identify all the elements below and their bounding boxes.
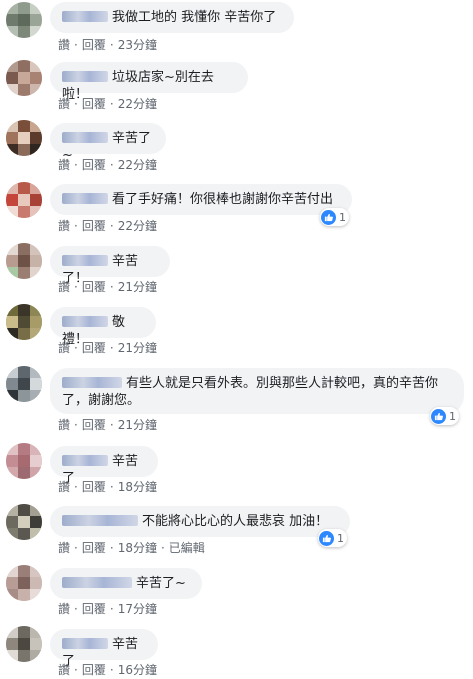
- comment-bubble: 有些人就是只看外表。別與那些人計較吧，真的辛苦你了，謝謝您。: [50, 368, 464, 414]
- comment-bubble: 辛苦了: [50, 446, 158, 486]
- commenter-name[interactable]: [62, 193, 108, 204]
- avatar[interactable]: [6, 443, 42, 479]
- reaction-count[interactable]: 1: [430, 407, 459, 425]
- commenter-name[interactable]: [62, 11, 108, 22]
- avatar[interactable]: [6, 504, 42, 540]
- comment-actions: 讚 · 回覆 · 21分鐘: [58, 278, 157, 295]
- comment-actions: 讚 · 回覆 · 17分鐘: [58, 600, 157, 617]
- avatar[interactable]: [6, 243, 42, 279]
- like-link[interactable]: 讚: [58, 661, 70, 678]
- commenter-name[interactable]: [62, 255, 108, 266]
- comment-time[interactable]: 21分鐘: [118, 416, 157, 433]
- comment-text: 我做工地的 我懂你 辛苦你了: [112, 10, 277, 25]
- comment-actions: 讚 · 回覆 · 23分鐘: [58, 36, 157, 53]
- reply-link[interactable]: 回覆: [82, 416, 106, 433]
- commenter-name[interactable]: [62, 71, 108, 82]
- reply-link[interactable]: 回覆: [82, 600, 106, 617]
- reply-link[interactable]: 回覆: [82, 339, 106, 356]
- like-icon: [431, 408, 446, 424]
- like-count: 1: [339, 210, 346, 224]
- reply-link[interactable]: 回覆: [82, 95, 106, 112]
- comment-time[interactable]: 23分鐘: [118, 36, 157, 53]
- comment-time[interactable]: 22分鐘: [118, 95, 157, 112]
- like-link[interactable]: 讚: [58, 539, 70, 556]
- reaction-count[interactable]: 1: [320, 208, 349, 226]
- reply-link[interactable]: 回覆: [82, 539, 106, 556]
- like-link[interactable]: 讚: [58, 339, 70, 356]
- avatar[interactable]: [6, 120, 42, 156]
- comment-bubble: 辛苦了！: [50, 246, 170, 286]
- reply-link[interactable]: 回覆: [82, 478, 106, 495]
- comment-text: 不能將心比心的人最悲哀 加油！: [142, 514, 329, 529]
- like-count: 1: [449, 409, 456, 423]
- comment-actions: 讚 · 回覆 · 18分鐘 · 已編輯: [58, 539, 205, 556]
- reply-link[interactable]: 回覆: [82, 217, 106, 234]
- like-link[interactable]: 讚: [58, 156, 70, 173]
- comment-actions: 讚 · 回覆 · 22分鐘: [58, 217, 157, 234]
- reply-link[interactable]: 回覆: [82, 278, 106, 295]
- comment-time[interactable]: 18分鐘: [118, 539, 157, 556]
- comment-time[interactable]: 18分鐘: [118, 478, 157, 495]
- like-link[interactable]: 讚: [58, 600, 70, 617]
- comment-time[interactable]: 22分鐘: [118, 217, 157, 234]
- comment-bubble: 辛苦了~: [50, 123, 166, 163]
- comment-actions: 讚 · 回覆 · 22分鐘: [58, 156, 157, 173]
- avatar[interactable]: [6, 182, 42, 218]
- commenter-name[interactable]: [62, 316, 108, 327]
- like-icon: [319, 530, 334, 546]
- avatar[interactable]: [6, 626, 42, 662]
- comment-actions: 讚 · 回覆 · 18分鐘: [58, 478, 157, 495]
- comment-text: 看了手好痛！你很棒也謝謝你辛苦付出: [112, 192, 334, 207]
- comment-time[interactable]: 21分鐘: [118, 339, 157, 356]
- comment-time[interactable]: 22分鐘: [118, 156, 157, 173]
- commenter-name[interactable]: [62, 515, 138, 526]
- comment-time[interactable]: 16分鐘: [118, 661, 157, 678]
- avatar[interactable]: [6, 2, 42, 38]
- comment-actions: 讚 · 回覆 · 21分鐘: [58, 339, 157, 356]
- like-link[interactable]: 讚: [58, 95, 70, 112]
- like-icon: [321, 209, 336, 225]
- commenter-name[interactable]: [62, 577, 132, 588]
- like-link[interactable]: 讚: [58, 478, 70, 495]
- comment-time[interactable]: 17分鐘: [118, 600, 157, 617]
- like-link[interactable]: 讚: [58, 36, 70, 53]
- comment-bubble: 辛苦了: [50, 629, 158, 669]
- commenter-name[interactable]: [62, 377, 122, 388]
- avatar[interactable]: [6, 60, 42, 96]
- comment-actions: 讚 · 回覆 · 21分鐘: [58, 416, 157, 433]
- comment-text: 辛苦了~: [136, 576, 186, 591]
- comment-bubble: 不能將心比心的人最悲哀 加油！: [50, 506, 350, 537]
- comment-bubble: 敬禮！: [50, 307, 156, 347]
- comment-bubble: 我做工地的 我懂你 辛苦你了: [50, 2, 294, 33]
- avatar[interactable]: [6, 565, 42, 601]
- reply-link[interactable]: 回覆: [82, 661, 106, 678]
- like-link[interactable]: 讚: [58, 416, 70, 433]
- like-link[interactable]: 讚: [58, 217, 70, 234]
- comment-bubble: 看了手好痛！你很棒也謝謝你辛苦付出: [50, 184, 352, 215]
- comment-actions: 讚 · 回覆 · 22分鐘: [58, 95, 157, 112]
- edited-label[interactable]: 已編輯: [169, 539, 205, 556]
- avatar[interactable]: [6, 304, 42, 340]
- comment-bubble: 垃圾店家~別在去啦！: [50, 62, 248, 102]
- reply-link[interactable]: 回覆: [82, 156, 106, 173]
- comment-actions: 讚 · 回覆 · 16分鐘: [58, 661, 157, 678]
- commenter-name[interactable]: [62, 638, 108, 649]
- commenter-name[interactable]: [62, 455, 108, 466]
- reply-link[interactable]: 回覆: [82, 36, 106, 53]
- comment-time[interactable]: 21分鐘: [118, 278, 157, 295]
- commenter-name[interactable]: [62, 132, 108, 143]
- like-count: 1: [337, 531, 344, 545]
- like-link[interactable]: 讚: [58, 278, 70, 295]
- reaction-count[interactable]: 1: [318, 529, 347, 547]
- avatar[interactable]: [6, 366, 42, 402]
- comment-bubble: 辛苦了~: [50, 568, 202, 599]
